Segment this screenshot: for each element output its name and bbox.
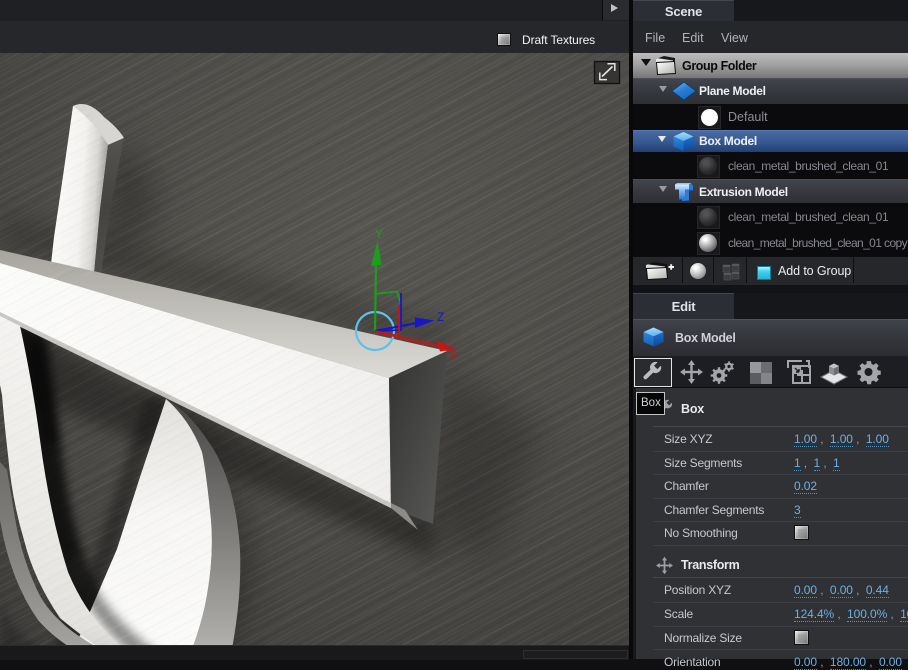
svg-text:Y: Y bbox=[375, 227, 383, 241]
svg-text:X: X bbox=[449, 348, 457, 362]
svg-text:Z: Z bbox=[437, 310, 444, 324]
